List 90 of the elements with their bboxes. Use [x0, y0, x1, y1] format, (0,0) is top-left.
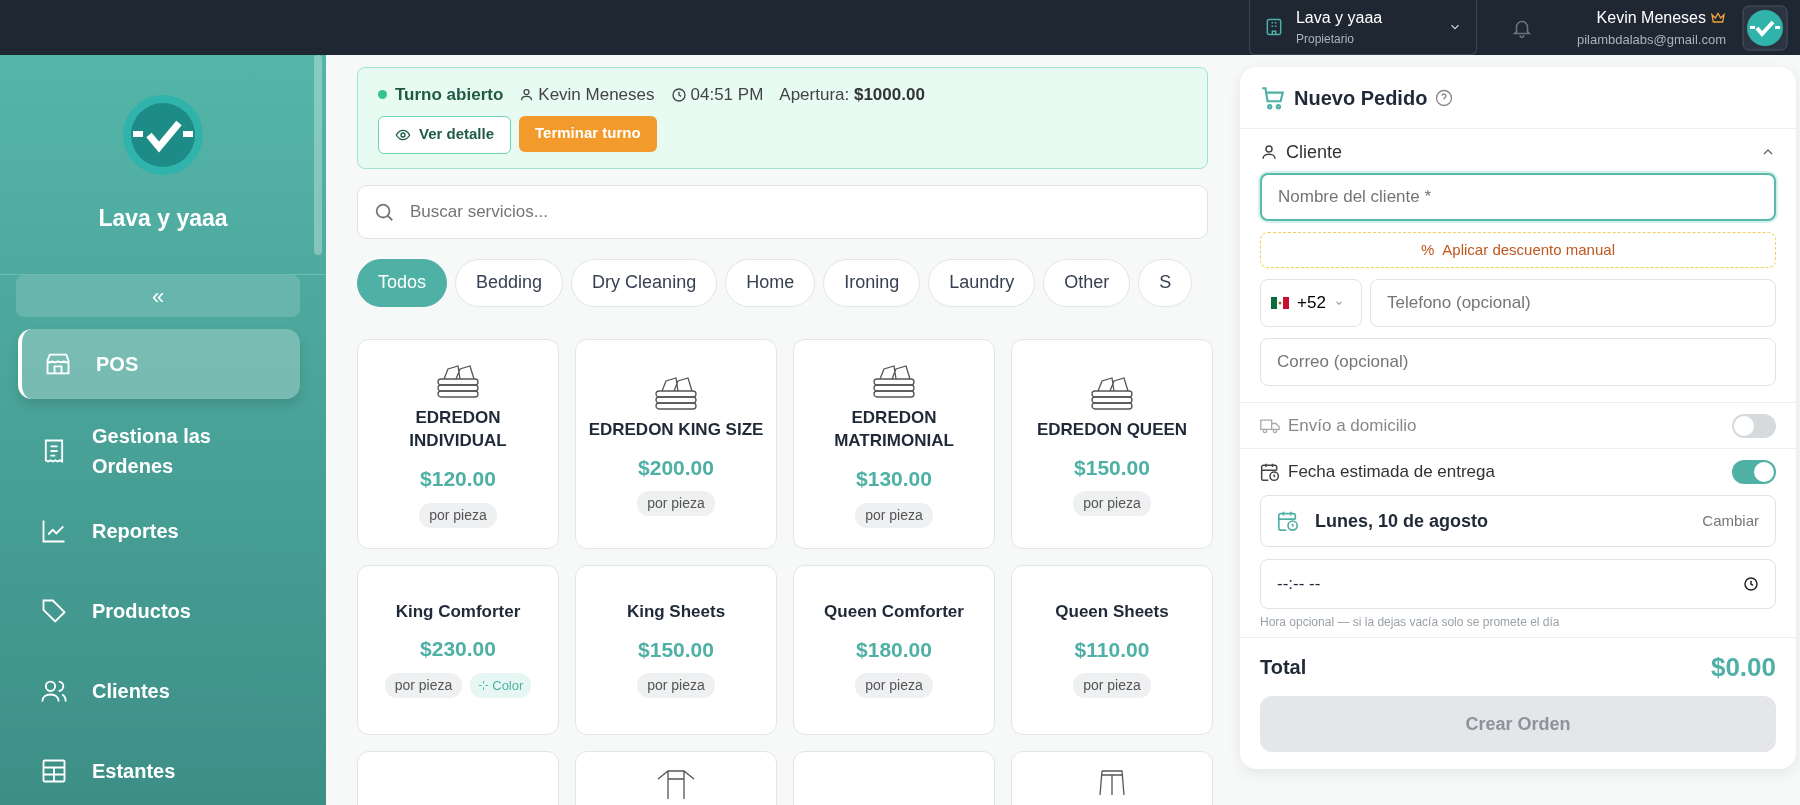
organization-switcher[interactable]: Lava y yaaa Propietario — [1248, 0, 1477, 55]
product-price: $110.00 — [1074, 636, 1150, 663]
home-delivery-toggle[interactable] — [1732, 413, 1776, 438]
unit-label: por pieza — [419, 502, 497, 528]
shift-time: 04:51 PM — [690, 84, 764, 106]
product-name: King Sheets — [626, 600, 726, 623]
client-name-field[interactable]: Nombre del cliente * — [1260, 173, 1776, 221]
flag-icon — [1271, 297, 1289, 309]
total-amount: $0.00 — [1710, 650, 1776, 684]
product-price: $200.00 — [638, 454, 714, 481]
category-chip[interactable]: Laundry — [928, 258, 1036, 307]
time-field[interactable]: --:-- -- — [1260, 559, 1776, 609]
home-delivery-label: Envío a domicilio — [1288, 414, 1418, 437]
product-card[interactable]: Queen Comforter $180.00 por pieza — [793, 564, 995, 735]
view-detail-button[interactable]: Ver detalle — [378, 115, 512, 154]
clock-icon — [670, 86, 687, 103]
tag-icon — [40, 597, 68, 625]
client-section-header[interactable]: Cliente — [1260, 131, 1776, 173]
product-price: $230.00 — [420, 636, 496, 663]
delivery-date-label: Fecha estimada de entrega — [1288, 461, 1496, 484]
email-field[interactable]: Correo (opcional) — [1260, 338, 1776, 386]
unit-label: por pieza — [855, 673, 933, 699]
calendar-clock-icon — [1277, 510, 1299, 532]
product-name: Queen Comforter — [824, 600, 964, 623]
unit-label: por pieza — [855, 502, 933, 528]
change-date-link[interactable]: Cambiar — [1702, 509, 1759, 533]
product-name: EDREDON KING SIZE — [588, 418, 764, 441]
avatar-logo-icon[interactable] — [1742, 4, 1788, 51]
product-card[interactable]: EDREDON KING SIZE $200.00 por pieza — [575, 338, 777, 549]
search-field[interactable]: Buscar servicios... — [357, 184, 1208, 239]
unit-label: por pieza — [637, 673, 715, 699]
product-price: $150.00 — [638, 636, 714, 663]
person-icon — [519, 87, 535, 103]
help-icon[interactable] — [1435, 88, 1454, 107]
total-label: Total — [1260, 655, 1307, 680]
category-chip[interactable]: S — [1138, 258, 1193, 307]
product-name: Queen Sheets — [1055, 600, 1169, 623]
product-name: EDREDON QUEEN — [1036, 418, 1188, 441]
brand-name: Lava y yaaa — [98, 204, 228, 233]
category-chip[interactable]: Ironing — [823, 258, 921, 307]
brand-logo-icon — [121, 93, 205, 177]
time-hint: Hora opcional — si la dejas vacía solo se promete el día — [1260, 614, 1561, 631]
product-card[interactable]: EDREDON MATRIMONIAL $130.00 por pieza — [793, 338, 995, 549]
product-price: $130.00 — [856, 466, 932, 493]
shift-status: Turno abierto — [395, 84, 504, 106]
unit-label: por pieza — [384, 672, 463, 699]
category-chip[interactable]: Other — [1043, 258, 1131, 307]
shirt-icon — [657, 769, 695, 800]
delivery-date-toggle[interactable] — [1732, 460, 1776, 484]
percent-icon: % — [1421, 238, 1435, 262]
product-card[interactable]: EDREDON QUEEN $150.00 por pieza — [1011, 338, 1213, 549]
panel-title: Nuevo Pedido — [1294, 85, 1428, 111]
date-picker-field[interactable]: Lunes, 10 de agosto Cambiar — [1260, 495, 1776, 547]
table-icon — [40, 757, 68, 785]
unit-label: por pieza — [637, 491, 715, 517]
product-card[interactable]: King Sheets $150.00 por pieza — [575, 564, 777, 735]
sidebar-item[interactable]: Clientes — [18, 651, 300, 731]
user-name: Kevin Meneses — [1596, 7, 1706, 28]
unit-label: por pieza — [1073, 673, 1151, 699]
product-price: $180.00 — [856, 636, 932, 663]
status-dot — [378, 90, 387, 100]
sparkle-icon — [478, 680, 490, 692]
category-chip[interactable]: Bedding — [455, 258, 564, 307]
category-chip[interactable]: Home — [725, 258, 816, 307]
category-chip[interactable]: Dry Cleaning — [571, 258, 718, 307]
product-price: $120.00 — [420, 466, 496, 493]
cart-icon — [1260, 84, 1286, 111]
product-name: EDREDON INDIVIDUAL — [408, 407, 508, 453]
shift-user: Kevin Meneses — [538, 84, 655, 106]
unit-label: por pieza — [1073, 491, 1151, 517]
clock-icon — [1743, 576, 1759, 592]
person-icon — [1260, 143, 1278, 161]
sidebar-item[interactable]: Estantes — [18, 731, 300, 805]
product-name: King Comforter — [395, 600, 521, 623]
user-email: pilambdalabs@gmail.com — [1576, 30, 1726, 49]
pants-icon — [1099, 769, 1125, 796]
phone-field[interactable]: Telefono (opcional) — [1370, 279, 1776, 327]
manual-discount-button[interactable]: % Aplicar descuento manual — [1260, 232, 1776, 268]
scrollbar[interactable] — [314, 55, 322, 255]
delivery-date: Lunes, 10 de agosto — [1315, 509, 1490, 533]
crown-icon — [1710, 10, 1726, 25]
product-card[interactable]: Queen Sheets $110.00 por pieza — [1011, 564, 1213, 735]
product-name: EDREDON MATRIMONIAL — [833, 407, 955, 453]
product-price: $150.00 — [1074, 454, 1150, 481]
color-tag: Color — [470, 672, 532, 699]
product-card[interactable]: King Comforter $230.00 por pieza Color — [357, 564, 559, 735]
country-code-select[interactable]: +52 — [1260, 279, 1362, 327]
calendar-clock-icon — [1260, 462, 1280, 482]
product-card[interactable]: EDREDON INDIVIDUAL $120.00 por pieza — [357, 338, 559, 549]
opening-amount: Apertura: $1000.00 — [779, 84, 925, 106]
